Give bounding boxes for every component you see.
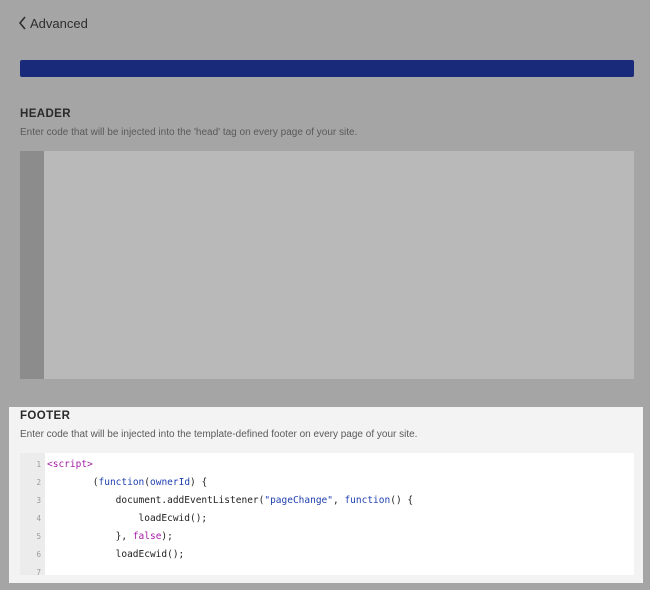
code-line: 5 }, false);: [20, 528, 634, 546]
code-line: 4 loadEcwid();: [20, 510, 634, 528]
line-number: 5: [36, 532, 41, 541]
script-tag: <script>: [47, 459, 93, 470]
back-link[interactable]: Advanced: [18, 14, 88, 32]
line-number: 4: [36, 514, 41, 523]
code-line: 2 (function(ownerId) {: [20, 474, 634, 492]
code-line: 1 <script>: [20, 456, 634, 474]
top-banner: [20, 60, 634, 77]
back-label: Advanced: [30, 15, 88, 31]
line-number: 1: [36, 460, 41, 469]
header-section-description: Enter code that will be injected into th…: [20, 127, 358, 138]
footer-code-editor[interactable]: 1 <script> 2 (function(ownerId) { 3 docu…: [20, 453, 634, 575]
header-code-editor[interactable]: [20, 151, 634, 379]
footer-section-title: FOOTER: [20, 410, 71, 422]
code-line: 3 document.addEventListener("pageChange"…: [20, 492, 634, 510]
line-number: 7: [36, 568, 41, 575]
line-number: 2: [36, 478, 41, 487]
line-number: 6: [36, 550, 41, 559]
footer-section-description: Enter code that will be injected into th…: [20, 429, 418, 440]
chevron-left-icon: [18, 16, 27, 30]
code-line: 6 loadEcwid();: [20, 546, 634, 564]
footer-section: FOOTER Enter code that will be injected …: [9, 407, 643, 583]
header-editor-gutter: [20, 151, 44, 379]
line-number: 3: [36, 496, 41, 505]
header-section-title: HEADER: [20, 108, 71, 120]
code-line: 7: [20, 564, 634, 575]
